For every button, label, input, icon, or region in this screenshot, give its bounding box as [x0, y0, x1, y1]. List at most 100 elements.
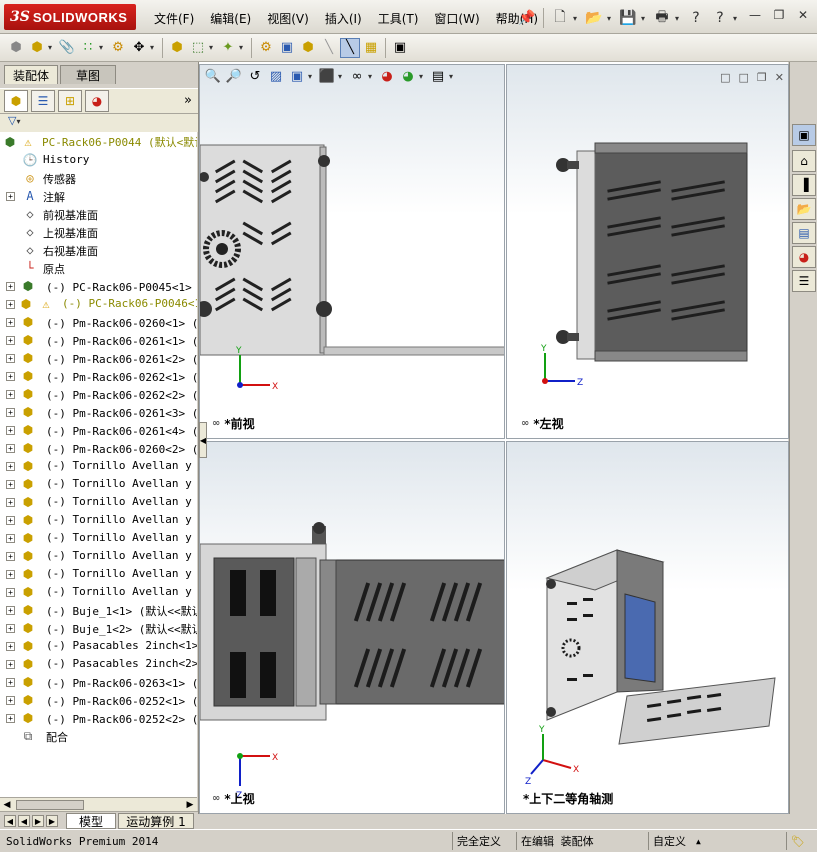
expand-icon[interactable]: +: [6, 570, 15, 579]
apply-scene-icon[interactable]: ◕: [398, 66, 418, 86]
expand-icon[interactable]: +: [6, 282, 15, 291]
tree-horizontal-scrollbar[interactable]: ◀ ▶: [0, 797, 197, 811]
refgeom-dropdown-icon[interactable]: ▾: [239, 43, 247, 52]
property-manager-tab-icon[interactable]: ☰: [31, 90, 55, 112]
expand-icon[interactable]: +: [6, 480, 15, 489]
new-dropdown-icon[interactable]: ▾: [573, 14, 581, 23]
link-views-icon[interactable]: ∞: [212, 793, 220, 804]
scroll-left-icon[interactable]: ◀: [0, 798, 14, 812]
menu-tools[interactable]: 工具(T): [370, 8, 427, 28]
expand-icon[interactable]: +: [6, 660, 15, 669]
expand-icon[interactable]: +: [6, 678, 15, 687]
print-dropdown-icon[interactable]: ▾: [675, 14, 683, 23]
restore-icon[interactable]: ❐: [771, 7, 787, 23]
prev-tab-icon[interactable]: ◀: [18, 815, 30, 827]
assembly-features-icon[interactable]: ⬚: [188, 38, 208, 58]
interference-detection-icon[interactable]: ╲: [319, 38, 339, 58]
design-library-icon[interactable]: ▐: [792, 174, 816, 196]
menu-file[interactable]: 文件(F): [146, 8, 202, 28]
link-views-icon[interactable]: ∞: [521, 418, 529, 429]
expand-icon[interactable]: +: [6, 354, 15, 363]
expand-icon[interactable]: +: [6, 498, 15, 507]
expand-icon[interactable]: +: [6, 462, 15, 471]
save-dropdown-icon[interactable]: ▾: [641, 14, 649, 23]
edit-appearance-icon[interactable]: ◕: [377, 66, 397, 86]
new-part-dropdown-icon[interactable]: ▾: [48, 43, 56, 52]
view-orientation-icon[interactable]: ▣: [287, 66, 307, 86]
expand-icon[interactable]: +: [6, 408, 15, 417]
explode-line-icon[interactable]: ⬢: [298, 38, 318, 58]
configuration-manager-tab-icon[interactable]: ⊞: [58, 90, 82, 112]
scene-dropdown-icon[interactable]: ▾: [419, 72, 427, 81]
menu-view[interactable]: 视图(V): [259, 8, 317, 28]
tab-model[interactable]: 模型: [66, 813, 116, 829]
tab-sketch[interactable]: 草图: [60, 65, 116, 84]
view-settings-icon[interactable]: ▤: [428, 66, 448, 86]
expand-icon[interactable]: +: [6, 606, 15, 615]
clearance-icon[interactable]: ╲: [340, 37, 360, 58]
scroll-right-icon[interactable]: ▶: [183, 798, 197, 812]
reference-geometry-icon[interactable]: ✦: [218, 38, 238, 58]
hide-show-dropdown-icon[interactable]: ▾: [368, 72, 376, 81]
print-icon[interactable]: 🖶: [651, 7, 673, 29]
expand-icon[interactable]: +: [6, 516, 15, 525]
display-style-dropdown-icon[interactable]: ▾: [338, 72, 346, 81]
expand-icon[interactable]: +: [6, 552, 15, 561]
expand-icon[interactable]: +: [6, 534, 15, 543]
help-icon[interactable]: ?: [709, 7, 731, 29]
open-dropdown-icon[interactable]: ▾: [607, 14, 615, 23]
exploded-view-icon[interactable]: ▣: [277, 38, 297, 58]
instant3d-icon[interactable]: ▣: [390, 38, 410, 58]
graphics-area[interactable]: X Y ∞ *前视 □ □ ❐ ✕ Z Y ∞ *左视 X Z ∞ *上视 X …: [198, 62, 789, 814]
file-explorer-icon[interactable]: 📂: [792, 198, 816, 220]
tag-icon[interactable]: 🏷: [786, 832, 814, 850]
save-icon[interactable]: 💾: [617, 7, 639, 29]
close-icon[interactable]: ✕: [795, 7, 811, 23]
view-palette-icon[interactable]: ▤: [792, 222, 816, 244]
display-style-icon[interactable]: ⬛: [317, 66, 337, 86]
more-tabs-icon[interactable]: »: [184, 93, 192, 108]
link-views-icon[interactable]: ∞: [212, 418, 220, 429]
tab-motion-study[interactable]: 运动算例 1: [118, 813, 194, 829]
expand-icon[interactable]: +: [6, 336, 15, 345]
collapse-panel-icon[interactable]: ◀: [199, 422, 207, 458]
expand-icon[interactable]: +: [6, 642, 15, 651]
hide-show-items-icon[interactable]: ∞: [347, 66, 367, 86]
viewport-left[interactable]: □ □ ❐ ✕ Z Y ∞ *左视: [506, 64, 789, 439]
pattern-dropdown-icon[interactable]: ▾: [99, 43, 107, 52]
expand-icon[interactable]: +: [6, 192, 15, 201]
viewport-top[interactable]: X Z ∞ *上视: [199, 441, 505, 814]
bill-of-materials-icon[interactable]: ⚙: [256, 38, 276, 58]
expand-icon[interactable]: +: [6, 372, 15, 381]
home-icon[interactable]: ⌂: [792, 150, 816, 172]
expand-icon[interactable]: +: [6, 300, 15, 309]
first-tab-icon[interactable]: ◀: [4, 815, 16, 827]
expand-icon[interactable]: +: [6, 426, 15, 435]
appearances-icon[interactable]: ◕: [792, 246, 816, 268]
pin-icon[interactable]: 📌: [516, 7, 538, 29]
last-tab-icon[interactable]: ▶: [46, 815, 58, 827]
menu-window[interactable]: 窗口(W): [426, 8, 487, 28]
expand-icon[interactable]: +: [6, 390, 15, 399]
new-document-icon[interactable]: 🗋: [549, 7, 571, 29]
expand-icon[interactable]: +: [6, 444, 15, 453]
open-folder-icon[interactable]: 📂: [583, 7, 605, 29]
search-commands-icon[interactable]: ?: [685, 7, 707, 29]
expand-icon[interactable]: +: [6, 714, 15, 723]
view-settings-dropdown-icon[interactable]: ▾: [449, 72, 457, 81]
solidworks-resources-icon[interactable]: ▣: [792, 124, 816, 146]
feature-tree-tab-icon[interactable]: ⬢: [4, 90, 28, 112]
move-dropdown-icon[interactable]: ▾: [150, 43, 158, 52]
minimize-icon[interactable]: —: [747, 7, 763, 23]
status-units[interactable]: 自定义 ▲: [648, 832, 732, 850]
menu-insert[interactable]: 插入(I): [317, 8, 370, 28]
scroll-thumb[interactable]: [16, 800, 84, 810]
expand-icon[interactable]: +: [6, 624, 15, 633]
zoom-to-fit-icon[interactable]: 🔍: [203, 66, 223, 86]
smart-fasteners-icon[interactable]: ⚙: [108, 38, 128, 58]
previous-view-icon[interactable]: ↺: [245, 66, 265, 86]
filter-dropdown-icon[interactable]: ▾: [16, 117, 20, 126]
section-view-icon[interactable]: ▨: [266, 66, 286, 86]
show-hidden-icon[interactable]: ⬢: [167, 38, 187, 58]
zoom-to-area-icon[interactable]: 🔎: [224, 66, 244, 86]
